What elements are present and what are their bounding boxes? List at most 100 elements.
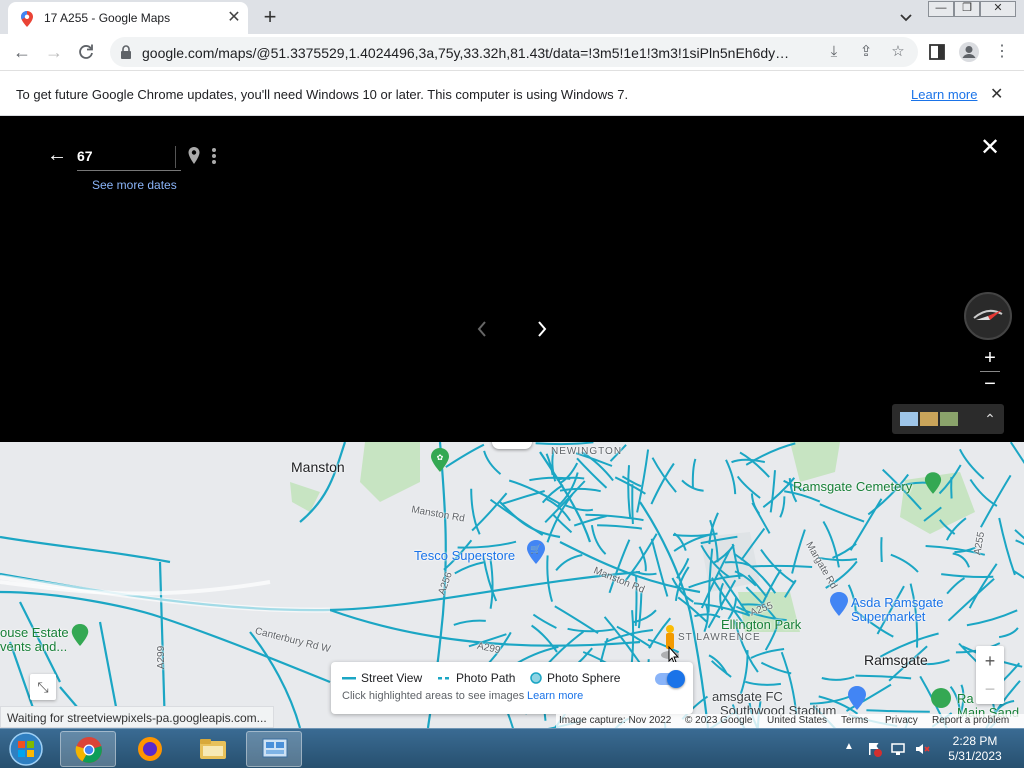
taskbar-firefox-button[interactable] <box>122 731 178 767</box>
street-coverage-line[interactable] <box>745 680 782 686</box>
new-tab-button[interactable]: + <box>258 5 282 29</box>
street-coverage-line[interactable] <box>555 554 583 572</box>
tab-close-icon[interactable]: ✕ <box>224 8 244 28</box>
legend-learn-more-link[interactable]: Learn more <box>527 690 583 702</box>
street-coverage-line[interactable] <box>769 470 776 513</box>
street-coverage-line[interactable] <box>627 465 632 519</box>
street-view-close-icon[interactable]: ✕ <box>978 136 1002 160</box>
map-label-tesco-superstore[interactable]: Tesco Superstore <box>414 548 515 563</box>
pegman-icon[interactable] <box>660 625 682 665</box>
street-coverage-line[interactable] <box>531 624 558 653</box>
street-coverage-line[interactable] <box>941 573 994 579</box>
thumbnail-image[interactable] <box>920 412 938 426</box>
park-pin-icon[interactable]: ✿ <box>430 448 450 472</box>
street-coverage-line[interactable] <box>736 475 761 499</box>
infobar-close-icon[interactable]: ✕ <box>990 84 1003 104</box>
map-label-house-estate[interactable]: ouse Estate <box>0 625 69 640</box>
street-coverage-line[interactable] <box>564 504 594 512</box>
street-coverage-line[interactable] <box>637 592 643 629</box>
street-coverage-line[interactable] <box>590 524 607 555</box>
street-coverage-line[interactable] <box>703 604 709 633</box>
street-coverage-line[interactable] <box>880 537 883 563</box>
street-coverage-line[interactable] <box>635 570 657 576</box>
street-coverage-line[interactable] <box>535 442 594 446</box>
asda-pin-icon[interactable] <box>829 592 849 616</box>
street-coverage-line[interactable] <box>751 502 771 534</box>
street-coverage-line[interactable] <box>710 660 732 678</box>
maximize-button[interactable]: ❐ <box>954 1 980 17</box>
street-coverage-line[interactable] <box>952 552 970 568</box>
street-coverage-line[interactable] <box>483 450 502 475</box>
map-label-asda-ramsgate[interactable]: Asda Ramsgate <box>851 595 944 610</box>
street-coverage-line[interactable] <box>482 556 498 602</box>
street-coverage-line[interactable] <box>554 605 599 634</box>
street-coverage-line[interactable] <box>651 457 677 493</box>
street-coverage-line[interactable] <box>750 648 785 659</box>
street-coverage-line[interactable] <box>890 553 919 573</box>
street-coverage-line[interactable] <box>739 451 770 478</box>
taskbar-chrome-button[interactable] <box>60 731 116 767</box>
map-label-manston[interactable]: Manston <box>291 459 345 475</box>
map-zoom-out-button[interactable]: − <box>976 676 1004 702</box>
street-coverage-line[interactable] <box>998 627 1019 639</box>
imagery-thumbnails[interactable]: ⌃ <box>892 404 1004 434</box>
street-coverage-line[interactable] <box>966 609 1018 627</box>
share-icon[interactable]: ⇪ <box>856 42 876 62</box>
thumbnail-image[interactable] <box>940 412 958 426</box>
map-label-ramsgate-fc[interactable]: amsgate FC <box>712 689 783 704</box>
map-label-ramsgate-main-sands[interactable]: Ra <box>957 691 974 706</box>
street-view-zoom-out-icon[interactable]: − <box>980 374 1000 394</box>
side-panel-icon[interactable] <box>928 43 946 61</box>
street-coverage-line[interactable] <box>604 629 654 644</box>
collapse-map-icon[interactable]: ⤡ <box>30 674 56 700</box>
street-coverage-line[interactable] <box>731 458 766 464</box>
street-view-back-icon[interactable]: ← <box>46 144 68 166</box>
more-options-icon[interactable] <box>208 146 220 166</box>
url-text[interactable]: google.com/maps/@51.3375529,1.4024496,3a… <box>142 45 792 61</box>
volume-muted-icon[interactable] <box>914 741 930 757</box>
street-coverage-line[interactable] <box>636 449 650 513</box>
street-coverage-line[interactable] <box>739 650 749 695</box>
street-coverage-line[interactable] <box>691 458 697 488</box>
next-image-chevron-icon[interactable] <box>534 318 550 340</box>
street-coverage-line[interactable] <box>630 610 635 669</box>
street-coverage-line[interactable] <box>745 442 796 466</box>
map-zoom-in-button[interactable]: + <box>976 648 1004 674</box>
street-coverage-line[interactable] <box>489 498 544 536</box>
tab-search-chevron-icon[interactable] <box>896 7 916 27</box>
street-coverage-line[interactable] <box>968 563 998 609</box>
browser-tab[interactable]: 17 A255 - Google Maps ✕ <box>8 2 248 34</box>
street-coverage-line[interactable] <box>445 443 485 468</box>
beach-pin-icon[interactable] <box>930 687 952 709</box>
profile-avatar-icon[interactable] <box>958 41 980 63</box>
cemetery-pin-icon[interactable] <box>924 472 942 494</box>
street-coverage-line[interactable] <box>546 555 554 602</box>
map-label-st-lawrence[interactable]: ST LAWRENCE <box>678 632 761 643</box>
street-coverage-line[interactable] <box>1014 529 1024 571</box>
window-close-button[interactable]: ✕ <box>980 1 1016 17</box>
estate-pin-icon[interactable] <box>70 624 90 646</box>
terms-link[interactable]: Terms <box>841 715 868 726</box>
street-coverage-line[interactable] <box>501 490 545 505</box>
street-coverage-line[interactable] <box>946 577 965 595</box>
street-coverage-line[interactable] <box>855 674 912 680</box>
street-view-zoom-in-icon[interactable]: + <box>980 348 1000 368</box>
street-view-pane[interactable]: ← 67 See more dates ✕ + − ⌃ <box>0 116 1024 442</box>
street-coverage-line[interactable] <box>1015 539 1024 556</box>
taskbar-explorer-button[interactable] <box>184 731 240 767</box>
taskbar-app-button[interactable] <box>246 731 302 767</box>
bookmark-star-icon[interactable]: ☆ <box>888 42 908 62</box>
install-app-icon[interactable]: ⤓ <box>824 42 844 62</box>
street-coverage-line[interactable] <box>471 492 508 532</box>
street-coverage-line[interactable] <box>819 503 865 523</box>
map-label-supermarket[interactable]: Supermarket <box>851 609 925 624</box>
street-coverage-line[interactable] <box>1009 442 1024 471</box>
minimize-button[interactable]: — <box>928 1 954 17</box>
street-coverage-line[interactable] <box>958 448 985 480</box>
expand-chevron-icon[interactable]: ⌃ <box>980 408 1000 430</box>
windows-start-icon[interactable] <box>6 731 46 767</box>
stadium-pin-icon[interactable] <box>847 686 867 710</box>
report-problem-link[interactable]: Report a problem <box>932 715 1009 726</box>
system-clock[interactable]: 2:28 PM 5/31/2023 <box>940 734 1010 764</box>
previous-image-chevron-icon[interactable] <box>474 318 490 340</box>
